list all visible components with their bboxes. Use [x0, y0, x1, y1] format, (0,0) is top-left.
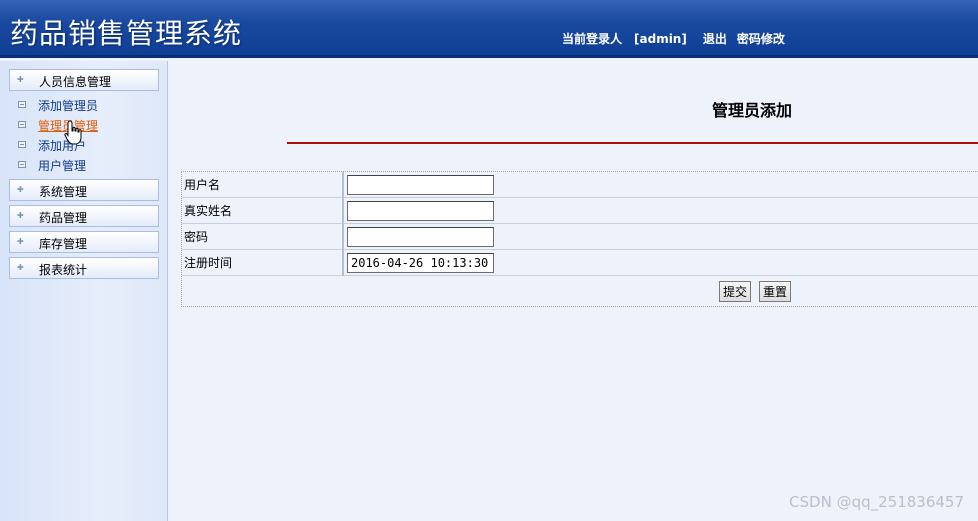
menu-group-label: 药品管理 — [39, 211, 88, 225]
app-header: 药品销售管理系统 当前登录人 [admin] 退出 密码修改 — [0, 0, 978, 58]
password-label: 密码 — [182, 224, 344, 250]
expand-icon: ✚ — [17, 263, 24, 272]
admin-add-form: 用户名 真实姓名 密码 注册时间 提交 重置 — [181, 171, 978, 307]
menu-group-inventory[interactable]: ✚ 库存管理 — [9, 231, 159, 253]
hand-pointer-icon — [64, 120, 82, 145]
expand-icon: ✚ — [17, 237, 24, 246]
form-actions: 提交 重置 — [182, 276, 978, 306]
regtime-label: 注册时间 — [182, 250, 344, 276]
menu-group-system[interactable]: ✚ 系统管理 — [9, 179, 159, 201]
sidebar: ✚ 人员信息管理 添加管理员 管理员管理 添加用户 用户管理 ✚ 系统管理 ✚ … — [0, 61, 168, 521]
change-password-link[interactable]: 密码修改 — [737, 32, 785, 46]
menu-group-personnel[interactable]: ✚ 人员信息管理 — [9, 69, 159, 91]
expand-icon: ✚ — [17, 185, 24, 194]
menu-group-reports[interactable]: ✚ 报表统计 — [9, 257, 159, 279]
menu-group-label: 人员信息管理 — [39, 75, 112, 89]
menu-group-label: 系统管理 — [39, 185, 88, 199]
username-label: 用户名 — [182, 172, 344, 198]
minus-box-icon — [18, 161, 26, 168]
title-divider — [287, 142, 978, 144]
page-title: 管理员添加 — [712, 101, 793, 120]
user-bar: 当前登录人 [admin] 退出 密码修改 — [562, 30, 795, 47]
app-title: 药品销售管理系统 — [10, 17, 243, 50]
minus-box-icon — [18, 101, 26, 108]
expand-icon: ✚ — [17, 211, 24, 220]
form-row-regtime: 注册时间 — [182, 250, 978, 276]
password-input[interactable] — [347, 227, 494, 247]
menu-group-medicine[interactable]: ✚ 药品管理 — [9, 205, 159, 227]
sidebar-item-label: 添加管理员 — [38, 99, 99, 113]
regtime-input[interactable] — [347, 253, 494, 273]
realname-input[interactable] — [347, 201, 494, 221]
form-row-realname: 真实姓名 — [182, 198, 978, 224]
username-input[interactable] — [347, 175, 494, 195]
current-user-label: 当前登录人 — [562, 32, 623, 46]
watermark: CSDN @qq_251836457 — [789, 493, 964, 511]
sidebar-item-label: 用户管理 — [38, 159, 87, 173]
minus-box-icon — [18, 121, 26, 128]
submit-button[interactable]: 提交 — [719, 281, 752, 302]
main-content: 管理员添加 用户名 真实姓名 密码 注册时间 提交 重置 — [169, 61, 978, 521]
expand-icon: ✚ — [17, 75, 24, 84]
form-row-username: 用户名 — [182, 172, 978, 198]
logout-link[interactable]: 退出 — [703, 32, 727, 46]
form-row-password: 密码 — [182, 224, 978, 250]
minus-box-icon — [18, 141, 26, 148]
realname-label: 真实姓名 — [182, 198, 344, 224]
menu-group-label: 库存管理 — [39, 237, 88, 251]
current-user-name: [admin] — [634, 32, 687, 46]
menu-group-label: 报表统计 — [39, 263, 88, 277]
reset-button[interactable]: 重置 — [759, 281, 792, 302]
